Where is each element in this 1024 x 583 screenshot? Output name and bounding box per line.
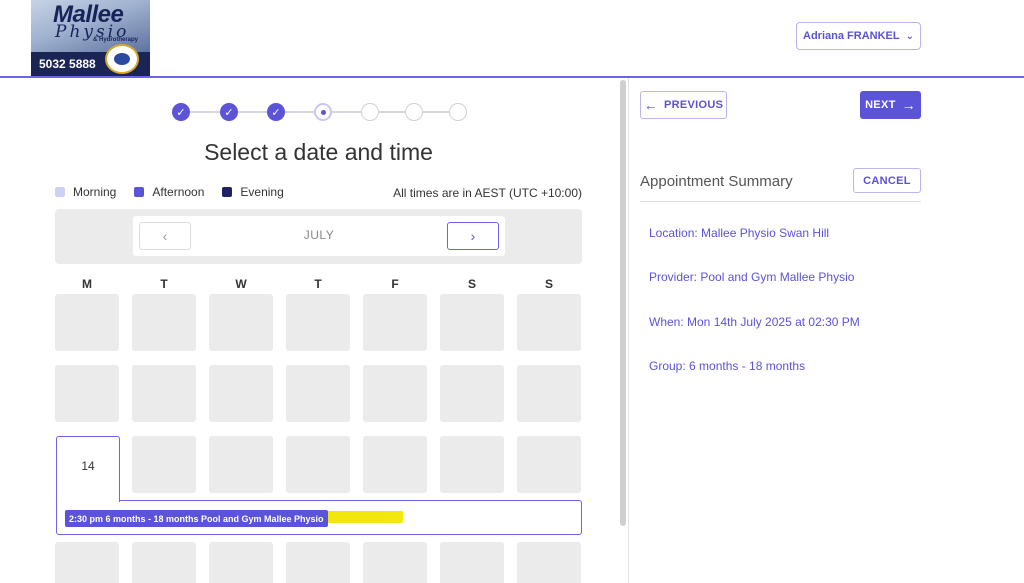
arrow-right-icon: → (901, 97, 916, 113)
time-slot-button[interactable]: 2:30 pm 6 months - 18 months Pool and Gy… (65, 510, 328, 527)
summary-title: Appointment Summary (640, 173, 793, 190)
logo-seal-icon (105, 44, 139, 74)
cancel-button[interactable]: CANCEL (853, 168, 921, 193)
calendar-day (363, 294, 427, 351)
calendar-day (132, 365, 196, 422)
logo-tagline: & Hydrotherapy (93, 37, 139, 43)
calendar-day (209, 436, 273, 493)
legend-swatch-morning (55, 187, 65, 197)
calendar-day (286, 436, 350, 493)
calendar-day (209, 542, 273, 583)
step-2-check-icon: ✓ (220, 103, 238, 121)
legend-swatch-evening (222, 187, 233, 197)
time-slot-panel: 2:30 pm 6 months - 18 months Pool and Gy… (56, 500, 582, 535)
weekday-header: M (82, 277, 92, 291)
calendar-day (132, 542, 196, 583)
step-7 (449, 103, 467, 121)
summary-when: When: Mon 14th July 2025 at 02:30 PM (649, 315, 860, 329)
next-month-button[interactable]: › (447, 222, 499, 250)
calendar-day (517, 294, 581, 351)
highlight-mark (319, 511, 403, 523)
legend-label: Morning (73, 185, 117, 199)
legend-evening: Evening (222, 185, 284, 199)
calendar-day (440, 365, 504, 422)
step-4-current (314, 103, 332, 121)
page-title: Select a date and time (204, 139, 433, 165)
legend-morning: Morning (55, 185, 116, 199)
cancel-label: CANCEL (863, 174, 911, 187)
calendar-day (55, 542, 119, 583)
summary-group: Group: 6 months - 18 months (649, 359, 806, 373)
panel-divider (628, 78, 629, 583)
time-legend: Morning Afternoon Evening (55, 185, 284, 199)
chevron-right-icon: › (470, 228, 476, 244)
calendar-day (517, 542, 581, 583)
calendar-day-selected[interactable]: 14 (56, 436, 120, 502)
month-selector: ‹ JULY › (133, 216, 505, 256)
step-1-check-icon: ✓ (172, 103, 190, 121)
header: Mallee Physio & Hydrotherapy 5032 5888 A… (0, 0, 1024, 77)
month-navigation: ‹ JULY › (55, 209, 582, 264)
calendar-day (286, 542, 350, 583)
calendar-day (209, 365, 273, 422)
legend-swatch-afternoon (134, 187, 145, 197)
calendar-day (517, 365, 581, 422)
user-name: Adriana FRANKEL (803, 30, 900, 42)
calendar-day (209, 294, 273, 351)
scrollbar[interactable] (620, 80, 626, 526)
user-menu-button[interactable]: Adriana FRANKEL ⌄ (796, 22, 921, 50)
step-3-check-icon: ✓ (267, 103, 285, 121)
calendar-day (440, 294, 504, 351)
header-divider (0, 76, 1024, 78)
step-5 (361, 103, 379, 121)
calendar-day (132, 436, 196, 493)
weekday-header: F (391, 277, 399, 291)
calendar-day (440, 542, 504, 583)
calendar-day (286, 294, 350, 351)
summary-location: Location: Mallee Physio Swan Hill (649, 226, 830, 240)
weekday-header: T (160, 277, 168, 291)
next-button[interactable]: NEXT → (860, 91, 921, 119)
legend-afternoon: Afternoon (134, 185, 204, 199)
previous-label: PREVIOUS (664, 99, 724, 111)
calendar-day (55, 365, 119, 422)
summary-provider: Provider: Pool and Gym Mallee Physio (649, 270, 855, 284)
logo-phone: 5032 5888 (39, 57, 96, 71)
day-number: 14 (81, 459, 95, 473)
brand-logo[interactable]: Mallee Physio & Hydrotherapy 5032 5888 (31, 0, 150, 76)
weekday-header: T (314, 277, 322, 291)
previous-button[interactable]: ← PREVIOUS (640, 91, 727, 119)
weekday-header: S (544, 277, 553, 291)
calendar-day (55, 294, 119, 351)
calendar-day (363, 365, 427, 422)
calendar-day (286, 365, 350, 422)
legend-label: Afternoon (152, 185, 205, 199)
weekday-header: W (235, 277, 247, 291)
calendar-day (363, 542, 427, 583)
timezone-note: All times are in AEST (UTC +10:00) (393, 186, 582, 200)
arrow-left-icon: ← (643, 97, 659, 113)
calendar-day (517, 436, 581, 493)
next-label: NEXT (865, 99, 896, 111)
weekday-header: S (467, 277, 476, 291)
summary-divider (640, 201, 921, 202)
chevron-down-icon: ⌄ (905, 30, 914, 42)
step-6 (405, 103, 423, 121)
calendar-day (132, 294, 196, 351)
booking-page: Mallee Physio & Hydrotherapy 5032 5888 A… (0, 0, 1024, 583)
calendar-day (363, 436, 427, 493)
calendar-day (440, 436, 504, 493)
legend-label: Evening (240, 185, 284, 199)
